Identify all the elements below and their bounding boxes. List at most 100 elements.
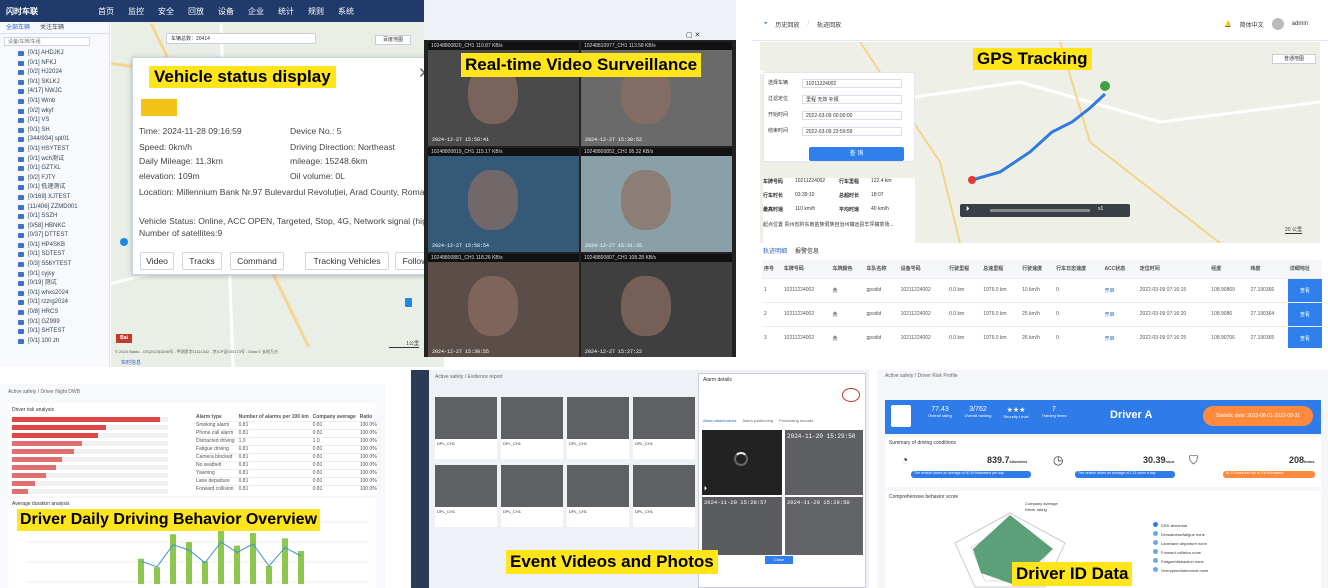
view-button[interactable]: 查看 — [1287, 278, 1322, 302]
table-cell: 0 — [1056, 335, 1059, 342]
tab-attachments[interactable]: Alarm attachments — [703, 418, 736, 423]
tree-item[interactable]: [0/2] FJTY — [0, 174, 109, 184]
tab-alarm-info[interactable]: 报警信息 — [795, 246, 819, 255]
tree-item[interactable]: [11/406] ZZMD001 — [0, 203, 109, 213]
event-thumb[interactable]: DPL_CH1 — [633, 465, 695, 527]
table-cell: Camera blocked — [196, 454, 233, 460]
tree-item[interactable]: [0/1] GZTXL — [0, 164, 109, 174]
playback-bar[interactable]: ⏵ x1 — [960, 204, 1130, 217]
tree-item[interactable]: [0/1] SH — [0, 126, 109, 136]
view-button[interactable]: 查看 — [1287, 302, 1322, 326]
form-input[interactable]: 里程 无效 补报 — [802, 95, 902, 104]
speed-select[interactable]: x1 — [1098, 206, 1103, 212]
play-icon[interactable]: ⏵ — [966, 206, 970, 214]
play-icon[interactable]: ⏵ — [704, 486, 707, 493]
tree-item[interactable]: [0/1] AHDJKJ — [0, 49, 109, 59]
table-cell: 0.81 — [312, 470, 323, 476]
form-input[interactable]: 2022-03-09 23:59:59 — [802, 127, 902, 136]
nav-item-0[interactable]: 首页 — [98, 6, 114, 17]
tree-item[interactable]: [4/17] NWJC — [0, 87, 109, 97]
event-thumb[interactable]: DPL_CH1 — [567, 465, 629, 527]
tree-search-input[interactable] — [4, 37, 90, 46]
table-cell: 108.90869 — [1211, 287, 1235, 293]
dialog-title: Alarm details — [703, 377, 732, 383]
tree-item[interactable]: [0/1] Wmb — [0, 97, 109, 107]
camera-feed[interactable]: 10248800819_CH1 115.17 KB/s 2024-12-27 15… — [428, 148, 579, 252]
tree-item[interactable]: [0/1] cyjsy — [0, 270, 109, 280]
tracking-vehicles-button[interactable]: Tracking Vehicles — [305, 252, 389, 270]
vehicle-marker[interactable] — [120, 238, 128, 246]
window-controls[interactable]: ▢ ✕ — [686, 31, 700, 39]
tree-item[interactable]: [0/1] VS — [0, 116, 109, 126]
tree-item[interactable]: [0/1] GZ999 — [0, 318, 109, 328]
tab-processing[interactable]: Processing records — [779, 418, 813, 423]
shield-icon: ⛉ — [1189, 453, 1199, 467]
tree-item[interactable]: [0/19] 测试 — [0, 279, 109, 289]
tree-item[interactable]: [0/1] SKLKJ — [0, 78, 109, 88]
event-photo[interactable]: 2024-11-29 15:29:50 — [785, 497, 863, 555]
video-player[interactable]: ⏵ — [702, 430, 782, 495]
tab-all-vehicles[interactable]: 全部车辆 — [6, 22, 30, 33]
tree-item[interactable]: [0/1] HP4SKB — [0, 241, 109, 251]
camera-feed[interactable]: 10248800807_CH1 108.28 KB/s 2024-12-27 15… — [581, 254, 732, 357]
tree-item[interactable]: [0/169] XJTEST — [0, 193, 109, 203]
camera-feed[interactable]: 10248800881_CH1 118.26 KB/s 2024-12-27 15… — [428, 254, 579, 357]
nav-item-3[interactable]: 回放 — [188, 6, 204, 17]
tree-item[interactable]: [0/1] SHTEST — [0, 327, 109, 337]
tracks-button[interactable]: Tracks — [182, 252, 222, 270]
progress-track[interactable] — [990, 209, 1090, 212]
nav-item-8[interactable]: 系统 — [338, 6, 354, 17]
tree-item[interactable]: [344/934] spt01 — [0, 135, 109, 145]
event-thumb[interactable]: DPL_CH1 — [501, 465, 563, 527]
notification-icon[interactable]: 🔔 — [1224, 21, 1231, 28]
breadcrumb-track[interactable]: 轨迹回放 — [817, 20, 841, 29]
nav-item-4[interactable]: 设备 — [218, 6, 234, 17]
breadcrumb-history[interactable]: 历史回放 — [775, 20, 799, 29]
nav-item-1[interactable]: 监控 — [128, 6, 144, 17]
tree-item[interactable]: [0/1] rzzrg2024 — [0, 298, 109, 308]
view-button[interactable]: 查看 — [1287, 326, 1322, 348]
camera-feed[interactable]: 10248800852_CH1 95.32 KB/s 2024-12-27 15:… — [581, 148, 732, 252]
video-button[interactable]: Video — [140, 252, 174, 270]
nav-item-5[interactable]: 企业 — [248, 6, 264, 17]
tree-item[interactable]: [0/1] SSZH — [0, 212, 109, 222]
tree-item[interactable]: [0/1] wch测试 — [0, 155, 109, 165]
tree-item[interactable]: [0/58] HBNKC — [0, 222, 109, 232]
event-thumb[interactable]: DPL_CH1 — [567, 397, 629, 459]
event-thumb[interactable]: DPL_CH1 — [435, 397, 497, 459]
tree-item[interactable]: [0/2] HJ2024 — [0, 68, 109, 78]
tree-item[interactable]: [0/37] DTTEST — [0, 231, 109, 241]
nav-item-2[interactable]: 安全 — [158, 6, 174, 17]
tree-item[interactable]: [0/1] 100 zh — [0, 337, 109, 347]
event-photo[interactable]: 2024-11-20 15:29:50 — [785, 430, 863, 495]
tree-item[interactable]: [0/2] wkyf — [0, 107, 109, 117]
query-button[interactable]: 查 询 — [809, 147, 904, 161]
form-input[interactable]: 10211224002 — [802, 79, 902, 88]
tree-item[interactable]: [0/1] HSYTEST — [0, 145, 109, 155]
nav-item-7[interactable]: 规则 — [308, 6, 324, 17]
tab-track-detail[interactable]: 轨迹明细 — [763, 246, 787, 255]
map-type-select[interactable]: 普通地图 — [1272, 54, 1316, 64]
tree-item[interactable]: [0/1] 低速测试 — [0, 183, 109, 193]
tree-item[interactable]: [0/1] whxs2024 — [0, 289, 109, 299]
event-thumb[interactable]: DPL_CH1 — [501, 397, 563, 459]
event-thumb[interactable]: DPL_CH1 — [435, 465, 497, 527]
lang-select[interactable]: 简体中文 — [1240, 20, 1264, 29]
avatar[interactable] — [1271, 18, 1284, 30]
form-input[interactable]: 2022-03-09 00:00:00 — [802, 111, 902, 120]
tree-item[interactable]: [0/8] HRCS — [0, 308, 109, 318]
nav-item-6[interactable]: 统计 — [278, 6, 294, 17]
event-photo[interactable]: 2024-11-29 15:29:57 — [702, 497, 782, 555]
tree-item[interactable]: [0/1] SDTEST — [0, 250, 109, 260]
command-button[interactable]: Command — [230, 252, 284, 270]
status-tab[interactable]: 实时信息 — [121, 359, 141, 366]
tab-positioning[interactable]: Alarm positioning — [742, 418, 773, 423]
tree-item[interactable]: [0/1] NFKJ — [0, 59, 109, 69]
map-type-select[interactable]: 百度地图 — [375, 35, 411, 45]
event-thumb[interactable]: DPL_CH1 — [633, 397, 695, 459]
close-button[interactable]: Close — [765, 556, 793, 564]
tab-followed-vehicles[interactable]: 关注车辆 — [40, 22, 64, 33]
table-cell: 0.81 — [238, 478, 249, 484]
tree-item[interactable]: [0/3] S56YTEST — [0, 260, 109, 270]
vehicle-marker[interactable] — [405, 298, 412, 307]
